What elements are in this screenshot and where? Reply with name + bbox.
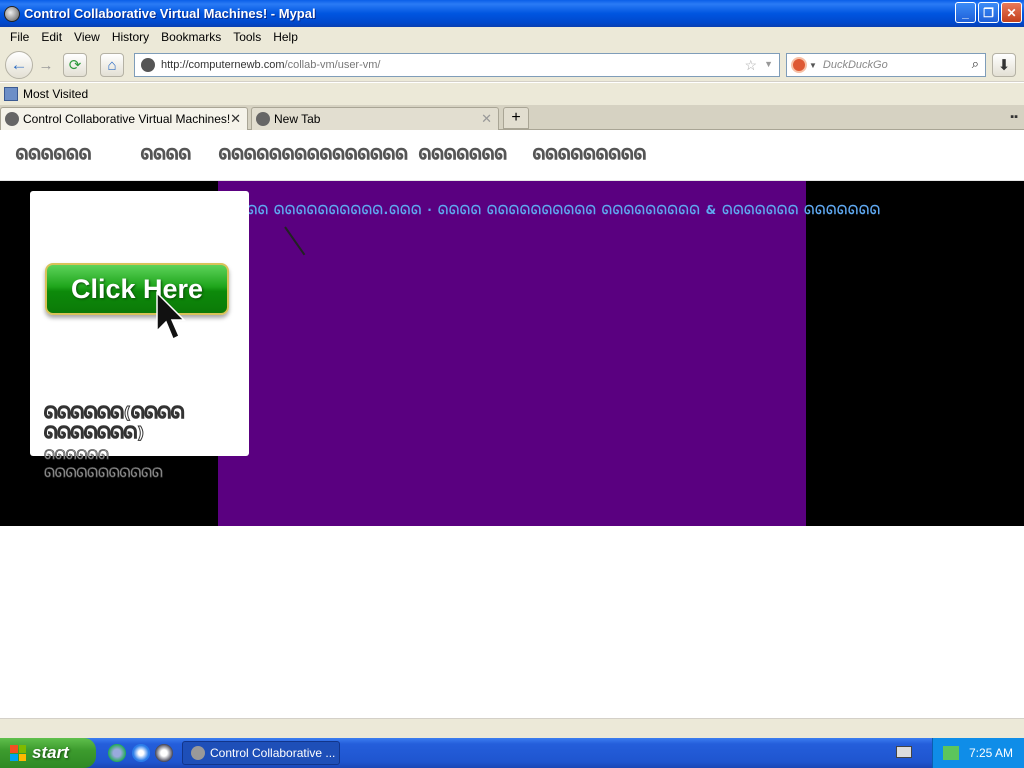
close-button[interactable]: ✕ [1001,2,1022,23]
reload-button[interactable]: ⟳ [63,53,87,77]
menu-history[interactable]: History [106,30,155,44]
url-dropdown-icon[interactable]: ▼ [764,59,773,69]
minimize-button[interactable]: _ [955,2,976,23]
search-icon[interactable]: ⌕ [972,56,979,72]
menu-view[interactable]: View [68,30,106,44]
clock[interactable]: 7:25 AM [969,746,1013,760]
status-bar [0,718,1024,738]
search-input[interactable]: DuckDuckGo [823,59,888,71]
search-bar[interactable]: ▼ DuckDuckGo ⌕ [786,53,986,77]
system-tray: 7:25 AM [932,738,1024,768]
network-icon[interactable] [943,746,959,760]
new-tab-button[interactable]: + [503,107,529,129]
taskbar-item-label: Control Collaborative ... [210,746,336,760]
menu-bar: File Edit View History Bookmarks Tools H… [0,27,1024,46]
maximize-button[interactable]: ❐ [978,2,999,23]
menu-edit[interactable]: Edit [35,30,68,44]
show-desktop-icon[interactable] [108,744,126,762]
click-here-button[interactable]: Click Here [45,263,229,315]
site-identity-icon[interactable] [141,58,155,72]
menu-tools[interactable]: Tools [227,30,267,44]
mypal-taskbar-icon [191,746,205,760]
mouse-cursor-icon [156,291,186,341]
web-page: ᘏᘏᘏᘏᘏᘏ ᘏᘏᘏᘏ ᘏᘏᘏᘏᘏᘏᘏᘏᘏᘏᘏᘏᘏᘏᘏ ᘏᘏᘏᘏᘏᘏᘏ ᘏᘏᘏᘏ… [0,131,1024,718]
most-visited-bookmark[interactable]: Most Visited [23,87,88,101]
hero-purple-panel [218,181,806,526]
start-label: start [32,743,69,762]
menu-help[interactable]: Help [267,30,304,44]
tab-active[interactable]: Control Collaborative Virtual Machines! … [0,107,248,130]
back-button[interactable]: ← [5,51,33,79]
duckduckgo-icon[interactable] [791,57,807,73]
mypal-app-icon [4,5,20,22]
window-title: Control Collaborative Virtual Machines! … [24,6,316,21]
keyboard-icon[interactable] [896,746,912,758]
site-nav-item-1[interactable]: ᘏᘏᘏᘏᘏᘏ [16,147,92,164]
url-host: http://computernewb.com [161,59,285,71]
forward-button[interactable]: → [34,53,58,77]
tab-close-icon[interactable]: ✕ [481,111,492,127]
address-bar[interactable]: http://computernewb.com /collab-vm/user-… [134,53,780,77]
media-player-icon[interactable] [155,744,173,762]
tab-close-icon[interactable]: ✕ [230,111,241,127]
tab-favicon [256,112,270,126]
start-button[interactable]: start [0,738,96,768]
navigation-toolbar: ← → ⟳ ⌂ http://computernewb.com /collab-… [0,46,1024,82]
site-nav-item-5[interactable]: ᘏᘏᘏᘏᘏᘏᘏᘏᘏ [533,147,647,164]
url-path: /collab-vm/user-vm/ [284,59,381,71]
most-visited-icon [4,87,18,101]
internet-explorer-icon[interactable] [132,744,150,762]
tab-label: New Tab [274,112,321,126]
bookmark-star-icon[interactable]: ☆ [744,57,757,74]
window-titlebar[interactable]: Control Collaborative Virtual Machines! … [0,0,1024,27]
menu-file[interactable]: File [4,30,35,44]
tab-new-tab[interactable]: New Tab ✕ [251,107,499,130]
windows-taskbar: start Control Collaborative ... 7:25 AM [0,738,1024,768]
list-all-tabs-icon[interactable]: ▪▪ [1010,111,1018,123]
site-navigation: ᘏᘏᘏᘏᘏᘏ ᘏᘏᘏᘏ ᘏᘏᘏᘏᘏᘏᘏᘏᘏᘏᘏᘏᘏᘏᘏ ᘏᘏᘏᘏᘏᘏᘏ ᘏᘏᘏᘏ… [0,131,1024,181]
site-nav-item-2[interactable]: ᘏᘏᘏᘏ [140,147,191,164]
downloads-button[interactable]: ⬇ [992,53,1016,77]
tab-strip: Control Collaborative Virtual Machines! … [0,105,1024,130]
menu-bookmarks[interactable]: Bookmarks [155,30,227,44]
search-engine-dropdown-icon[interactable]: ▼ [809,61,817,70]
vm-card-description: ᘏᘏᘏᘏᘏᘏ ᘏᘏᘏᘏᘏᘏᘏᘏᘏᘏᘏ [44,448,164,482]
vm-card-title[interactable]: ᘏᘏᘏᘏᘏᘏ(ᘏᘏᘏᘏ ᘏᘏᘏᘏᘏᘏᘏ) [44,403,224,443]
tab-favicon [5,112,19,126]
site-nav-item-4[interactable]: ᘏᘏᘏᘏᘏᘏᘏ [418,147,507,164]
site-nav-item-3[interactable]: ᘏᘏᘏᘏᘏᘏᘏᘏᘏᘏᘏᘏᘏᘏᘏ [218,147,408,164]
taskbar-item-browser[interactable]: Control Collaborative ... [182,741,340,765]
tab-label: Control Collaborative Virtual Machines! [23,112,231,126]
windows-flag-icon [10,745,26,761]
bookmarks-toolbar: Most Visited [0,83,1024,105]
home-button[interactable]: ⌂ [100,53,124,77]
